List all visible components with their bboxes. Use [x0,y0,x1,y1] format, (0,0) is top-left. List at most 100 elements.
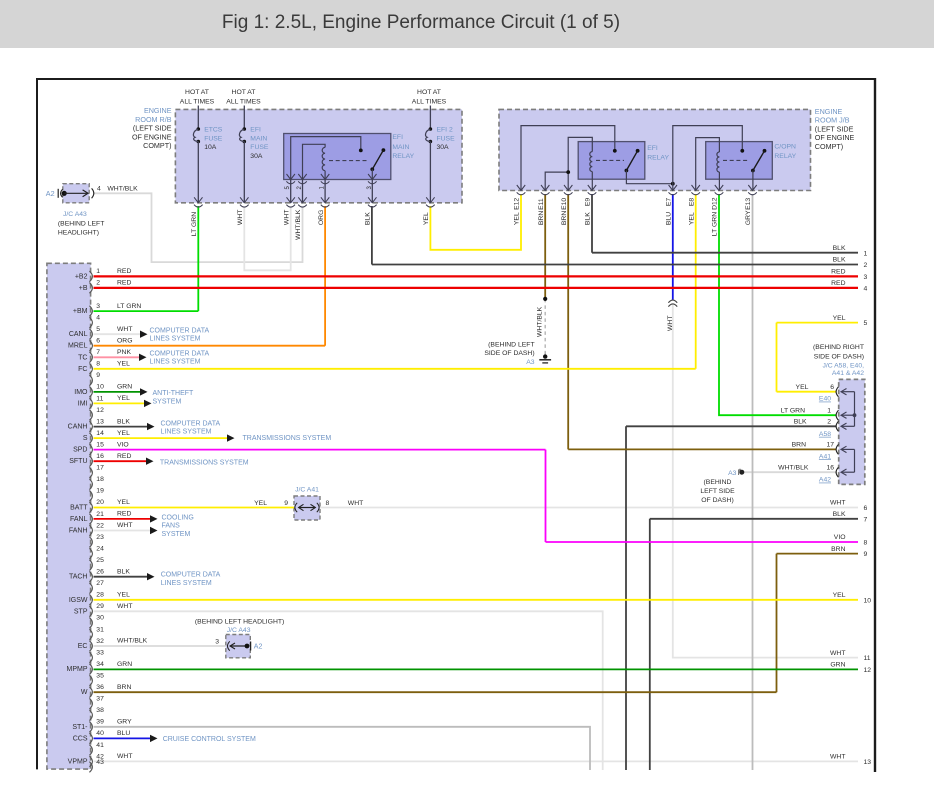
svg-text:BLK: BLK [833,257,846,264]
svg-text:(LEFT SIDE: (LEFT SIDE [815,124,854,133]
svg-text:MPMP: MPMP [67,666,88,673]
svg-text:TACH: TACH [69,574,88,581]
svg-text:BATT: BATT [70,504,88,511]
svg-text:BRN: BRN [561,211,568,225]
svg-text:38: 38 [96,707,104,714]
svg-text:21: 21 [96,511,104,518]
svg-text:10: 10 [96,384,104,391]
svg-text:ST1-: ST1- [72,724,88,731]
svg-text:LT GRN: LT GRN [117,303,141,310]
svg-text:6: 6 [864,505,868,512]
svg-text:CRUISE CONTROL SYSTEM: CRUISE CONTROL SYSTEM [163,736,256,743]
svg-text:EFI: EFI [392,134,403,141]
svg-text:YEL: YEL [796,384,809,391]
svg-text:YEL: YEL [833,315,846,322]
svg-text:OF DASH): OF DASH) [701,497,733,504]
svg-text:ROOM J/B: ROOM J/B [815,116,850,125]
svg-text:RELAY: RELAY [774,153,796,160]
svg-text:FUSE: FUSE [204,135,223,142]
svg-text:13: 13 [864,759,872,766]
svg-text:J/C A43: J/C A43 [63,211,87,218]
svg-text:E8: E8 [688,198,695,207]
svg-text:S: S [83,435,88,442]
svg-text:HEADLIGHT): HEADLIGHT) [58,229,99,236]
svg-text:OF ENGINE: OF ENGINE [132,132,172,141]
svg-text:30: 30 [96,615,104,622]
svg-text:TRANSMISSIONS SYSTEM: TRANSMISSIONS SYSTEM [243,435,332,442]
svg-text:LT GRN: LT GRN [712,212,719,236]
svg-text:WHT: WHT [117,522,132,529]
svg-text:Fig 1: 2.5L, Engine Performanc: Fig 1: 2.5L, Engine Performance Circuit … [222,12,620,33]
svg-text:ALL TIMES: ALL TIMES [412,99,447,106]
svg-text:17: 17 [96,465,104,472]
svg-text:SYSTEM: SYSTEM [153,398,182,405]
svg-text:RED: RED [117,453,131,460]
svg-text:2: 2 [864,262,868,269]
svg-text:MREL: MREL [68,343,88,350]
svg-text:J/C A41: J/C A41 [295,487,319,494]
svg-text:EFI 2: EFI 2 [437,127,453,134]
svg-text:ORG: ORG [117,337,132,344]
svg-text:WHT: WHT [667,316,674,331]
svg-text:(BEHIND: (BEHIND [704,479,732,486]
svg-text:ORG: ORG [318,210,325,225]
svg-text:1: 1 [864,250,868,257]
svg-text:25: 25 [96,557,104,564]
svg-text:LINES SYSTEM: LINES SYSTEM [161,580,212,587]
svg-text:YEL: YEL [117,430,130,437]
svg-text:GRN: GRN [117,384,132,391]
svg-text:4: 4 [864,286,868,293]
svg-text:COMPUTER DATA: COMPUTER DATA [161,572,221,579]
svg-text:WHT: WHT [830,650,845,657]
svg-text:TC: TC [78,354,87,361]
svg-text:24: 24 [96,545,104,552]
svg-text:COMPUTER DATA: COMPUTER DATA [150,350,210,357]
svg-text:GRN: GRN [830,662,845,669]
svg-text:TRANSMISSIONS SYSTEM: TRANSMISSIONS SYSTEM [160,459,249,466]
svg-text:MAIN: MAIN [250,135,267,142]
svg-text:30A: 30A [250,153,263,160]
svg-text:E13: E13 [745,198,752,210]
svg-text:+BM: +BM [73,308,88,315]
svg-text:A3: A3 [526,359,535,366]
svg-text:28: 28 [96,592,104,599]
svg-text:WHT/BLK: WHT/BLK [778,464,809,471]
svg-text:WHT: WHT [117,326,132,333]
svg-text:8: 8 [326,500,330,507]
svg-text:BLK: BLK [117,568,130,575]
svg-text:EFI: EFI [647,145,658,152]
svg-text:A42: A42 [819,477,831,484]
svg-text:WHT: WHT [117,603,132,610]
svg-text:WHT/BLK: WHT/BLK [117,638,148,645]
svg-text:C/OPN: C/OPN [774,143,796,150]
svg-text:VIO: VIO [834,534,846,541]
svg-text:OF ENGINE: OF ENGINE [815,133,855,142]
svg-text:(LEFT SIDE: (LEFT SIDE [133,124,172,133]
svg-text:3: 3 [96,303,100,310]
svg-text:6: 6 [830,384,834,391]
svg-text:SYSTEM: SYSTEM [162,531,191,538]
svg-text:E10: E10 [561,198,568,210]
svg-text:14: 14 [96,430,104,437]
svg-text:SPD: SPD [73,447,87,454]
svg-text:A41: A41 [819,453,831,460]
svg-text:29: 29 [96,603,104,610]
svg-text:(BEHIND LEFT: (BEHIND LEFT [58,220,104,227]
svg-text:VIO: VIO [117,441,129,448]
svg-text:RED: RED [117,280,131,287]
svg-text:CANH: CANH [68,424,88,431]
svg-text:IMO: IMO [74,389,88,396]
svg-text:FUSE: FUSE [250,144,269,151]
svg-text:16: 16 [96,453,104,460]
svg-text:A2: A2 [254,644,263,651]
svg-text:5: 5 [864,320,868,327]
svg-text:7: 7 [96,349,100,356]
svg-text:4: 4 [96,314,100,321]
svg-text:YEL: YEL [688,212,695,225]
svg-text:ROOM R/B: ROOM R/B [135,115,172,124]
svg-text:20: 20 [96,499,104,506]
svg-text:BLK: BLK [365,212,372,225]
svg-text:A2: A2 [46,189,55,198]
svg-text:27: 27 [96,580,104,587]
svg-text:YEL: YEL [117,592,130,599]
